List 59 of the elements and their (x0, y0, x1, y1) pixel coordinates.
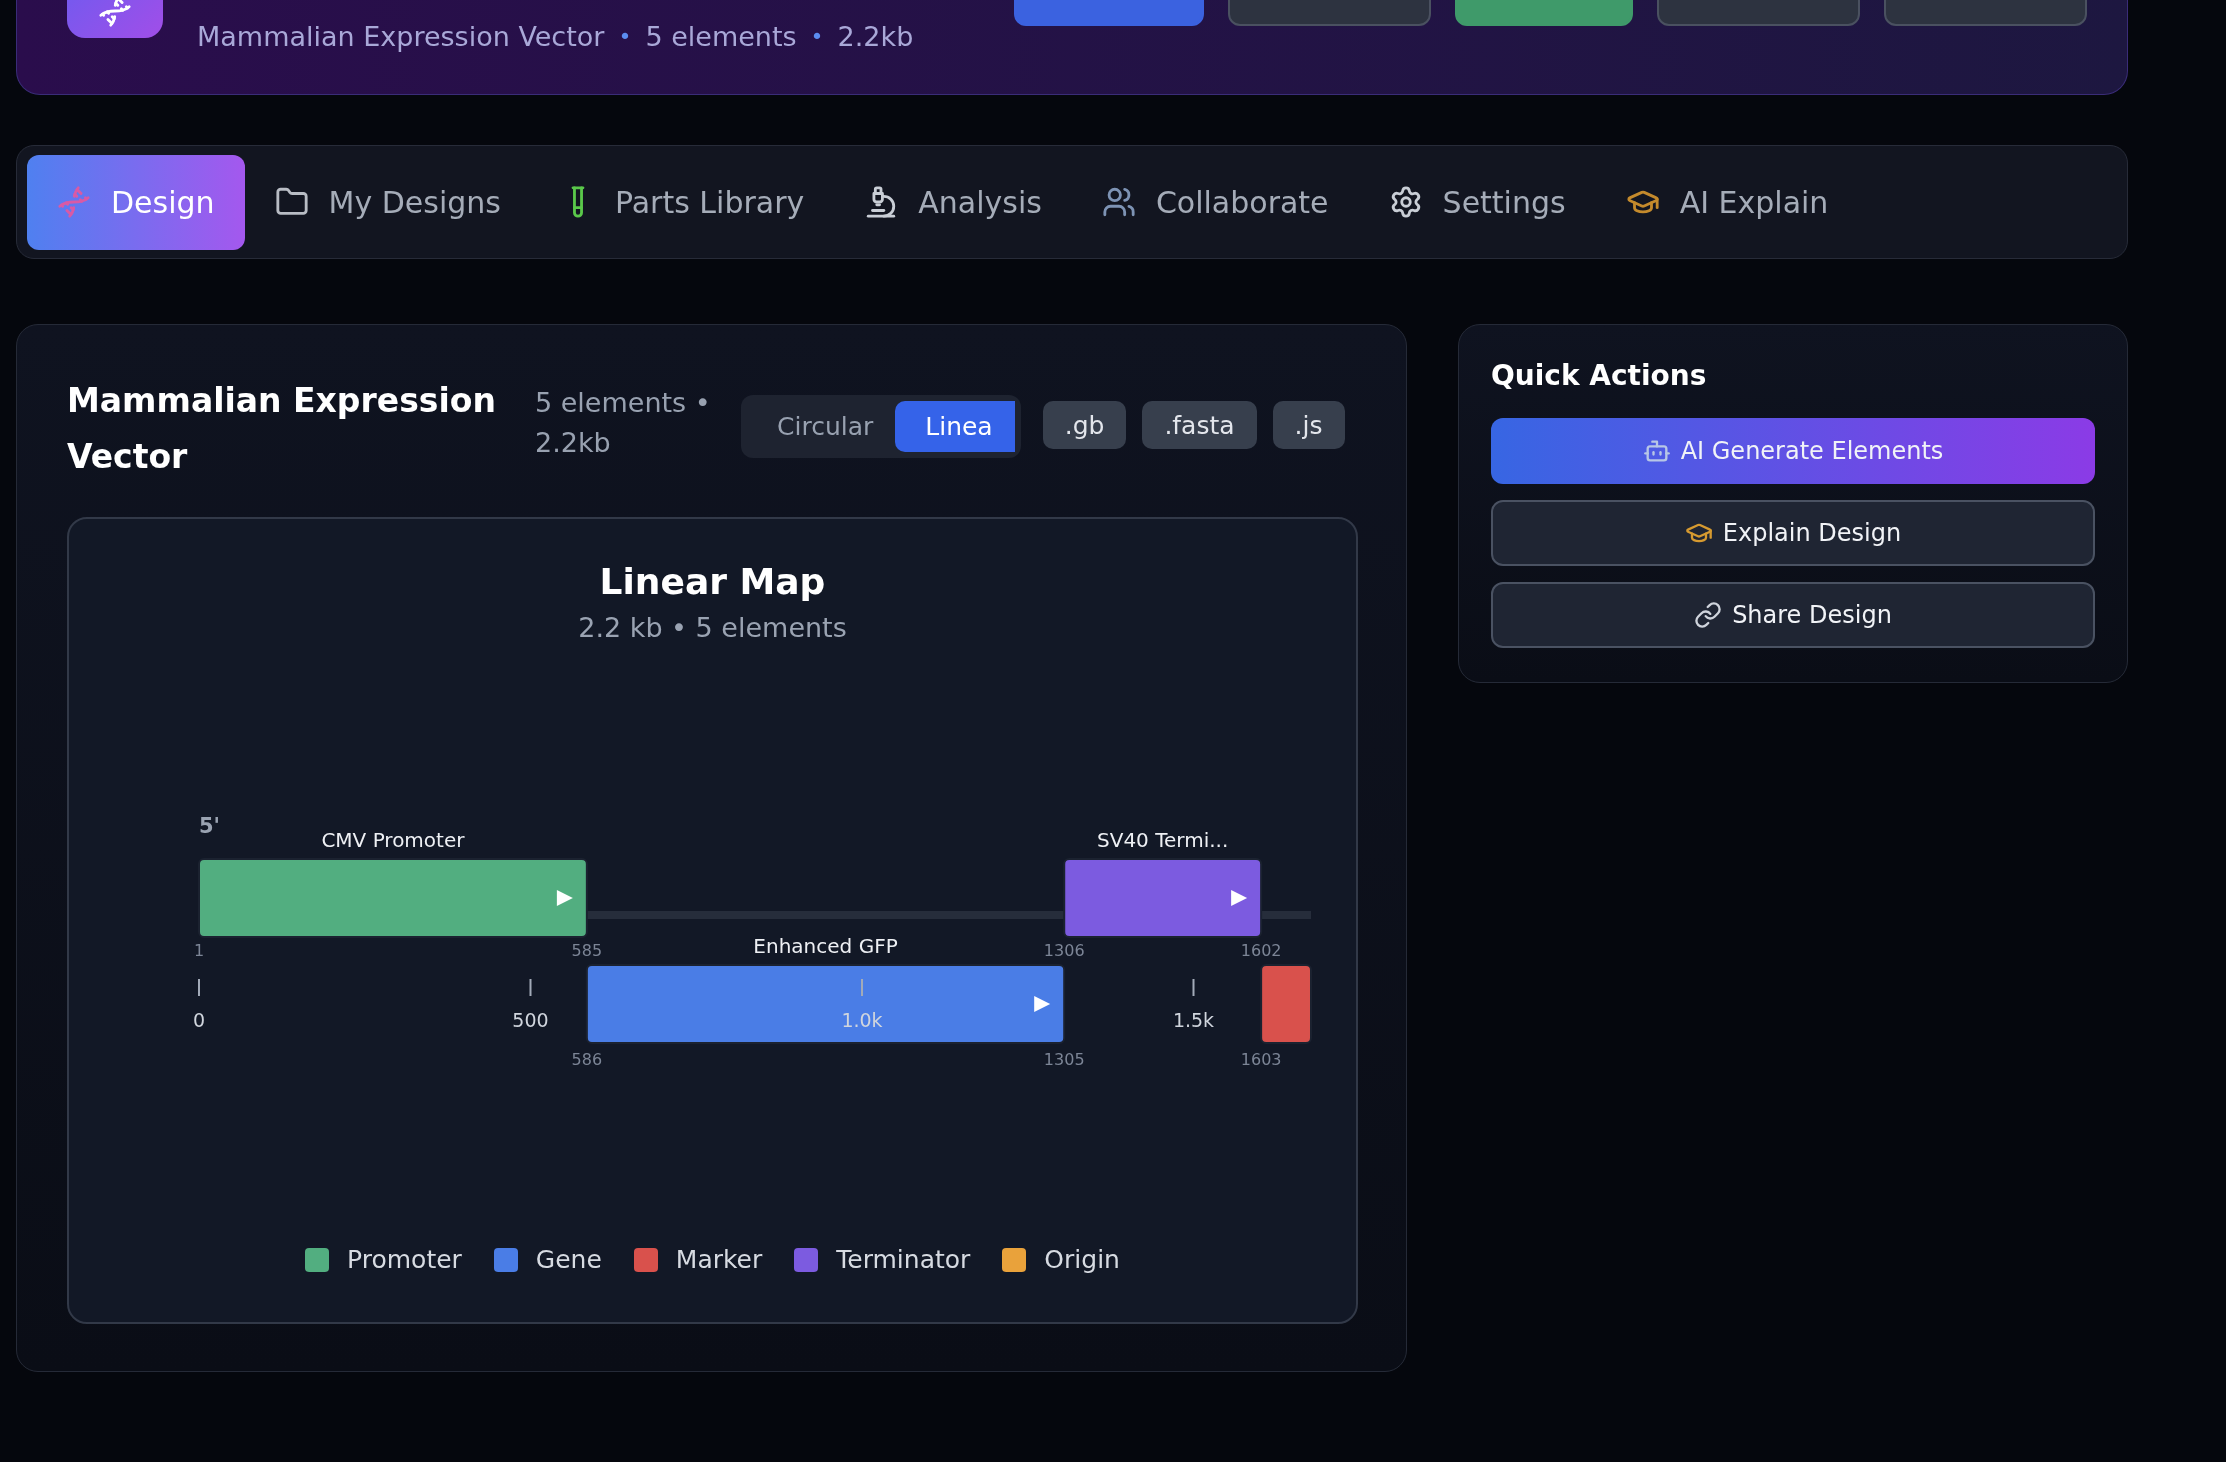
position-label: 1306 (1043, 941, 1085, 960)
view-option[interactable]: Circular (747, 401, 896, 452)
axis-label: 500 (511, 1009, 549, 1031)
legend-label: Marker (675, 1245, 763, 1274)
link-icon (1694, 601, 1723, 629)
axis-label: 1.5k (1172, 1009, 1214, 1031)
separator-dot: • (618, 24, 632, 49)
design-title: Mammalian Expression Vector (67, 380, 497, 478)
nav-tab[interactable]: Collaborate (1071, 154, 1359, 250)
users-icon (1101, 185, 1136, 219)
axis-tick (197, 978, 200, 997)
element-block[interactable] (1062, 858, 1262, 938)
nav-tab[interactable]: Design (27, 154, 245, 250)
element-label: CMV Promoter (320, 828, 464, 852)
position-label: 1602 (1240, 941, 1281, 960)
position-label: 1603 (1240, 1050, 1281, 1069)
action-button[interactable]: AI Generate Elements (1491, 418, 2095, 484)
element-block[interactable] (1259, 964, 1312, 1044)
axis-tick (860, 978, 863, 997)
direction-arrow-icon (1033, 996, 1050, 1012)
axis-label: 0 (192, 1009, 205, 1031)
nav-tab[interactable]: My Designs (244, 154, 531, 250)
map-subtitle: 2.2 kb • 5 elements (578, 612, 847, 643)
separator-dot: • (810, 24, 824, 49)
header-subtitle: 5 elements (645, 21, 797, 52)
nav-tab[interactable]: AI Explain (1595, 154, 1859, 250)
action-button[interactable]: Share Design (1491, 582, 2095, 648)
direction-arrow-icon (556, 890, 573, 906)
header-subtitle: 2.2kb (837, 21, 914, 52)
action-button[interactable]: Explain Design (1491, 500, 2095, 566)
position-label: 1 (193, 941, 204, 960)
position-label: 585 (571, 941, 602, 960)
direction-arrow-icon (1230, 890, 1247, 906)
nav-tab[interactable]: Settings (1358, 154, 1596, 250)
header-subtitle: Mammalian Expression Vector (197, 21, 605, 52)
view-option[interactable]: Linea (895, 401, 1015, 452)
legend-label: Promoter (347, 1245, 462, 1274)
nav-tab[interactable]: Analysis (834, 154, 1072, 250)
export-button[interactable]: .gb (1042, 401, 1127, 449)
map-title: Linear Map (599, 561, 826, 602)
axis-tick (529, 978, 531, 997)
axis-label: 1.0k (840, 1009, 883, 1031)
position-label: 1305 (1043, 1050, 1085, 1069)
axis-tick (1192, 978, 1194, 997)
position-label: 586 (571, 1050, 602, 1069)
element-label: SV40 Termi... (1096, 828, 1228, 852)
element-block[interactable] (585, 964, 1065, 1044)
dna-icon (57, 185, 91, 219)
export-button[interactable]: .js (1272, 401, 1345, 449)
legend-label: Origin (1044, 1245, 1120, 1274)
strand-label: 5' (198, 814, 220, 838)
legend-label: Terminator (836, 1245, 971, 1274)
export-button[interactable]: .fasta (1142, 401, 1257, 449)
nav-tab[interactable]: Parts Library (531, 154, 835, 250)
design-meta: 5 elements • 2.2kb (535, 386, 712, 460)
element-label: Enhanced GFP (752, 934, 898, 958)
card-title: Quick Actions (1491, 359, 1708, 392)
element-block[interactable] (197, 858, 588, 938)
legend-label: Gene (535, 1245, 602, 1274)
